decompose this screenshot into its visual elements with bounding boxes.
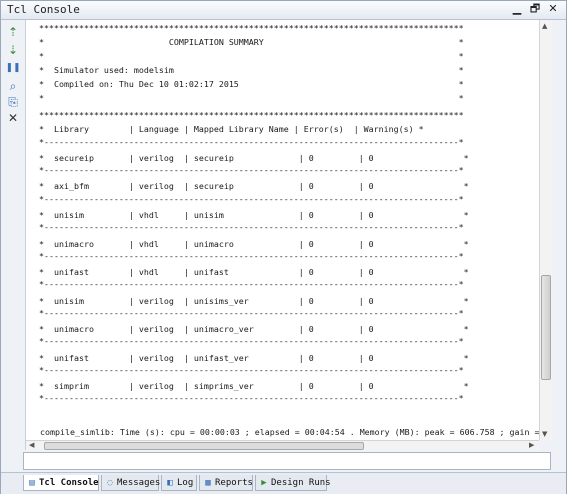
tab-log[interactable]: ◧ Log: [161, 475, 197, 491]
window-title: Tcl Console: [7, 3, 80, 16]
horizontal-scroll-thumb[interactable]: [44, 442, 364, 450]
console-line: compile_simlib: Time (s): cpu = 00:00:03…: [40, 427, 539, 437]
scroll-right-icon[interactable]: ▶: [529, 441, 534, 449]
tab-label: Tcl Console: [39, 478, 99, 488]
table-row: * unisim | verilog | unisims_ver | 0 | 0…: [39, 296, 469, 306]
console-line: *---------------------------------------…: [39, 194, 464, 204]
console-line: *---------------------------------------…: [39, 308, 464, 318]
table-row: * unimacro | verilog | unimacro_ver | 0 …: [39, 324, 469, 334]
console-line: * *: [39, 93, 464, 103]
vertical-scrollbar[interactable]: ▲ ▼: [539, 20, 552, 440]
collapse-all-icon[interactable]: ⇡: [5, 24, 21, 40]
tab-design-runs[interactable]: ▶ Design Runs: [255, 475, 331, 491]
reports-icon: ▦: [205, 478, 211, 488]
tcl-command-input[interactable]: [23, 452, 551, 470]
tab-reports[interactable]: ▦ Reports: [199, 475, 253, 491]
clear-icon[interactable]: ✕: [5, 110, 21, 126]
log-icon: ◧: [167, 478, 173, 488]
table-row: * axi_bfm | verilog | secureip | 0 | 0 *: [39, 181, 469, 191]
expand-all-icon[interactable]: ⇣: [5, 42, 21, 58]
copy-icon[interactable]: ⎘: [5, 94, 21, 110]
tab-label: Messages: [117, 478, 161, 488]
console-line: *---------------------------------------…: [39, 165, 464, 175]
console-line: *---------------------------------------…: [39, 137, 464, 147]
find-icon[interactable]: ⌕: [5, 78, 21, 94]
vertical-scroll-thumb[interactable]: [541, 275, 551, 380]
console-line: * COMPILATION SUMMARY *: [39, 37, 464, 47]
tab-messages[interactable]: ◌ Messages: [101, 475, 161, 491]
design-runs-icon: ▶: [261, 478, 267, 488]
console-output[interactable]: ****************************************…: [26, 20, 539, 440]
tab-label: Log: [177, 478, 194, 488]
messages-icon: ◌: [107, 478, 113, 488]
console-line: *---------------------------------------…: [39, 222, 464, 232]
scroll-left-icon[interactable]: ◀: [29, 441, 34, 449]
scroll-down-icon[interactable]: ▼: [542, 430, 547, 438]
console-line: * *: [39, 51, 464, 61]
console-line: * Simulator used: modelsim *: [39, 65, 464, 75]
tab-bar: ▤ Tcl Console ◌ Messages ◧ Log ▦ Reports…: [1, 472, 566, 494]
console-line: *---------------------------------------…: [39, 393, 464, 403]
console-line: *---------------------------------------…: [39, 365, 464, 375]
console-line: *---------------------------------------…: [39, 251, 464, 261]
table-row: * unimacro | vhdl | unimacro | 0 | 0 *: [39, 239, 469, 249]
console-toolbar: ⇡ ⇣ ❚❚ ⌕ ⎘ ✕: [1, 20, 26, 450]
table-row: * secureip | verilog | secureip | 0 | 0 …: [39, 153, 469, 163]
console-line: ****************************************…: [39, 23, 464, 33]
console-line: * Library | Language | Mapped Library Na…: [39, 124, 424, 134]
tab-tcl-console[interactable]: ▤ Tcl Console: [23, 475, 99, 491]
console-line: ****************************************…: [39, 110, 464, 120]
pause-icon[interactable]: ❚❚: [5, 60, 21, 76]
table-row: * unifast | vhdl | unifast | 0 | 0 *: [39, 267, 469, 277]
close-icon[interactable]: ✕: [546, 2, 560, 16]
restore-icon[interactable]: 🗗: [528, 2, 542, 16]
console-line: *---------------------------------------…: [39, 279, 464, 289]
tab-label: Design Runs: [271, 478, 331, 488]
table-row: * simprim | verilog | simprims_ver | 0 |…: [39, 381, 469, 391]
table-row: * unifast | verilog | unifast_ver | 0 | …: [39, 353, 469, 363]
table-row: * unisim | vhdl | unisim | 0 | 0 *: [39, 210, 469, 220]
console-icon: ▤: [29, 478, 35, 488]
title-bar: Tcl Console ▁ 🗗 ✕: [1, 1, 566, 20]
tab-label: Reports: [215, 478, 253, 488]
scroll-up-icon[interactable]: ▲: [542, 22, 547, 30]
horizontal-scrollbar[interactable]: ◀ ▶: [26, 440, 539, 451]
minimize-icon[interactable]: ▁: [510, 2, 524, 16]
console-line: * Compiled on: Thu Dec 10 01:02:17 2015 …: [39, 79, 464, 89]
console-line: *---------------------------------------…: [39, 336, 464, 346]
tcl-console-window: Tcl Console ▁ 🗗 ✕ ⇡ ⇣ ❚❚ ⌕ ⎘ ✕ *********…: [0, 0, 567, 494]
